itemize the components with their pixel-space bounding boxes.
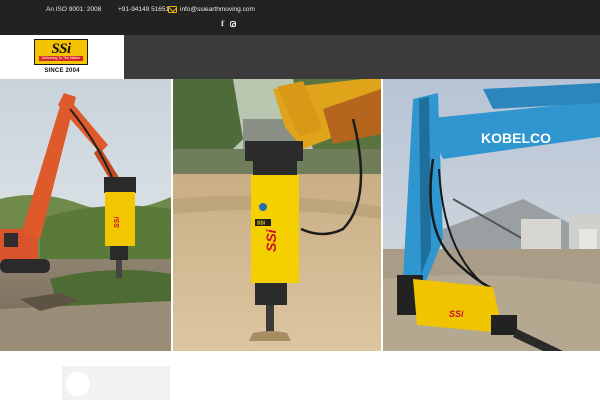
content-card (62, 366, 170, 400)
iso-text: An ISO 9001: 2008 (46, 6, 102, 13)
ssi-logo: SSi Delivering To The Nation (34, 39, 88, 65)
svg-text:SSi: SSi (263, 228, 279, 252)
social-links: f (221, 20, 237, 27)
envelope-icon (168, 6, 177, 13)
main-navbar: SSi Delivering To The Nation SINCE 2004 (0, 35, 600, 79)
logo-link[interactable]: SSi Delivering To The Nation SINCE 2004 (0, 35, 124, 79)
email-text: info@ssiearthmoving.com (180, 6, 255, 13)
logo-tagline: Delivering To The Nation (39, 56, 83, 61)
svg-text:SSi: SSi (449, 309, 464, 319)
top-bar: An ISO 9001: 2008 +91-94149 51651 info@s… (0, 0, 600, 35)
facebook-icon[interactable]: f (221, 20, 224, 27)
iso-certification: An ISO 9001: 2008 (46, 6, 101, 13)
phone-text: +91-94149 51651 (118, 6, 170, 13)
svg-text:SSi: SSi (257, 221, 266, 227)
gallery-photo-kobelco-excavator[interactable]: KOBELCO SSi (383, 79, 600, 351)
svg-text:SSi: SSi (114, 216, 121, 228)
email-link[interactable]: info@ssiearthmoving.com (168, 6, 255, 13)
gallery-photo-breaker-sand[interactable]: SSi SSi (173, 79, 381, 351)
svg-text:KOBELCO: KOBELCO (481, 130, 551, 146)
card-avatar (66, 372, 90, 396)
image-gallery: SSi SSi SSi KOBELCO SSi (0, 79, 600, 351)
gallery-photo-orange-excavator[interactable]: SSi (0, 79, 171, 351)
phone-link[interactable]: +91-94149 51651 (118, 6, 169, 13)
since-text: SINCE 2004 (44, 68, 80, 74)
instagram-icon[interactable] (230, 20, 237, 27)
